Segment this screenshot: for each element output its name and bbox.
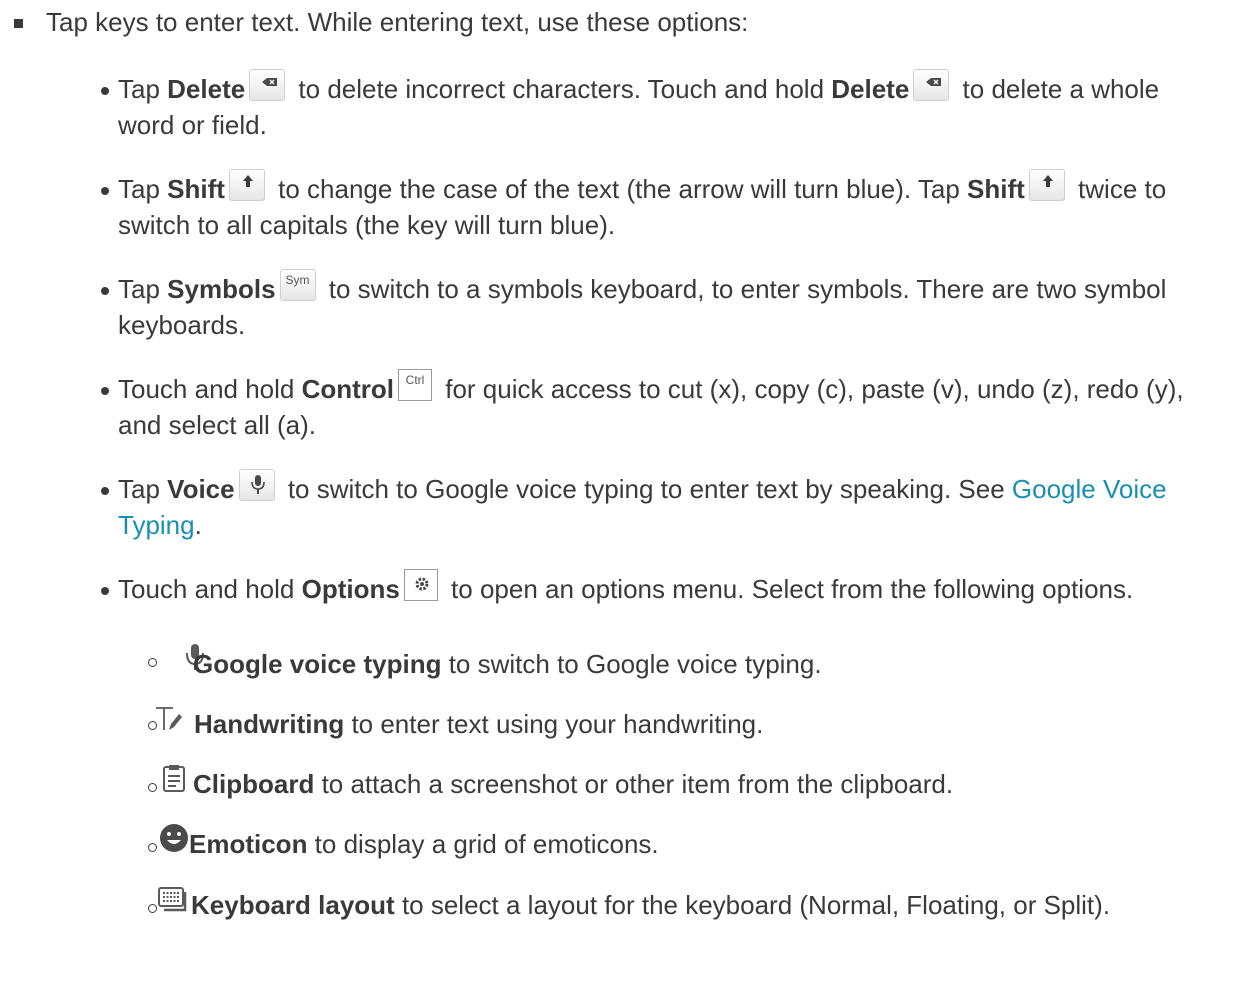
shift-key-icon [1028, 169, 1065, 201]
list-item-shift: Tap Shift to change the case of the text… [118, 169, 1166, 207]
list-item-control: Touch and hold Control Ctrl for quick acc… [118, 369, 1184, 407]
list-bullet [101, 387, 109, 395]
google-voice-typing-link[interactable]: Google Voice [1012, 474, 1167, 504]
list-item-voice-cont: Typing. [118, 510, 202, 540]
handwriting-icon [156, 707, 182, 730]
square-bullet [14, 19, 23, 28]
ctrl-key-icon: Ctrl [398, 369, 433, 401]
backspace-key-icon [913, 69, 950, 101]
keyboard-icon [158, 887, 187, 912]
sub-item-emoticon: Emoticon to display a grid of emoticons. [189, 829, 659, 859]
list-bullet [101, 187, 109, 195]
sub-bullet [148, 658, 157, 667]
list-item-voice: Tap Voice to switch to Google voice typi… [118, 469, 1167, 507]
sub-item-keyboard-layout: Keyboard layout to select a layout for t… [191, 890, 1111, 920]
list-bullet [101, 587, 109, 595]
emoticon-icon [160, 824, 188, 852]
list-item-shift-cont: switch to all capitals (the key will tur… [118, 210, 616, 240]
list-bullet [101, 87, 109, 95]
sub-bullet [148, 904, 157, 913]
sub-item-handwriting: Handwriting to enter text using your han… [194, 709, 764, 739]
sub-item-google-voice-typing: Google voice typing to switch to Google … [193, 649, 822, 679]
list-item-symbols-cont: keyboards. [118, 310, 246, 340]
list-item-symbols: Tap Symbols Sym to switch to a symbols ke… [118, 269, 1166, 307]
sym-key-icon: Sym [279, 269, 316, 301]
sub-bullet [148, 783, 157, 792]
list-bullet [101, 287, 109, 295]
shift-key-icon [228, 169, 265, 201]
list-bullet [101, 487, 109, 495]
sub-item-clipboard: Clipboard to attach a screenshot or othe… [193, 769, 954, 799]
list-item-delete-cont: word or field. [118, 110, 267, 140]
mic-key-icon [238, 469, 275, 501]
list-item-options: Touch and hold Options to open an option… [118, 569, 1133, 607]
intro-text: Tap keys to enter text. While entering t… [46, 7, 749, 37]
list-item-control-cont: and select all (a). [118, 410, 316, 440]
google-voice-typing-link-cont[interactable]: Typing [118, 510, 195, 540]
gear-key-icon [403, 569, 438, 601]
clipboard-icon [163, 765, 185, 792]
backspace-key-icon [249, 69, 286, 101]
list-item-delete: Tap Delete to delete incorrect character… [118, 69, 1159, 107]
sub-bullet [148, 843, 157, 852]
